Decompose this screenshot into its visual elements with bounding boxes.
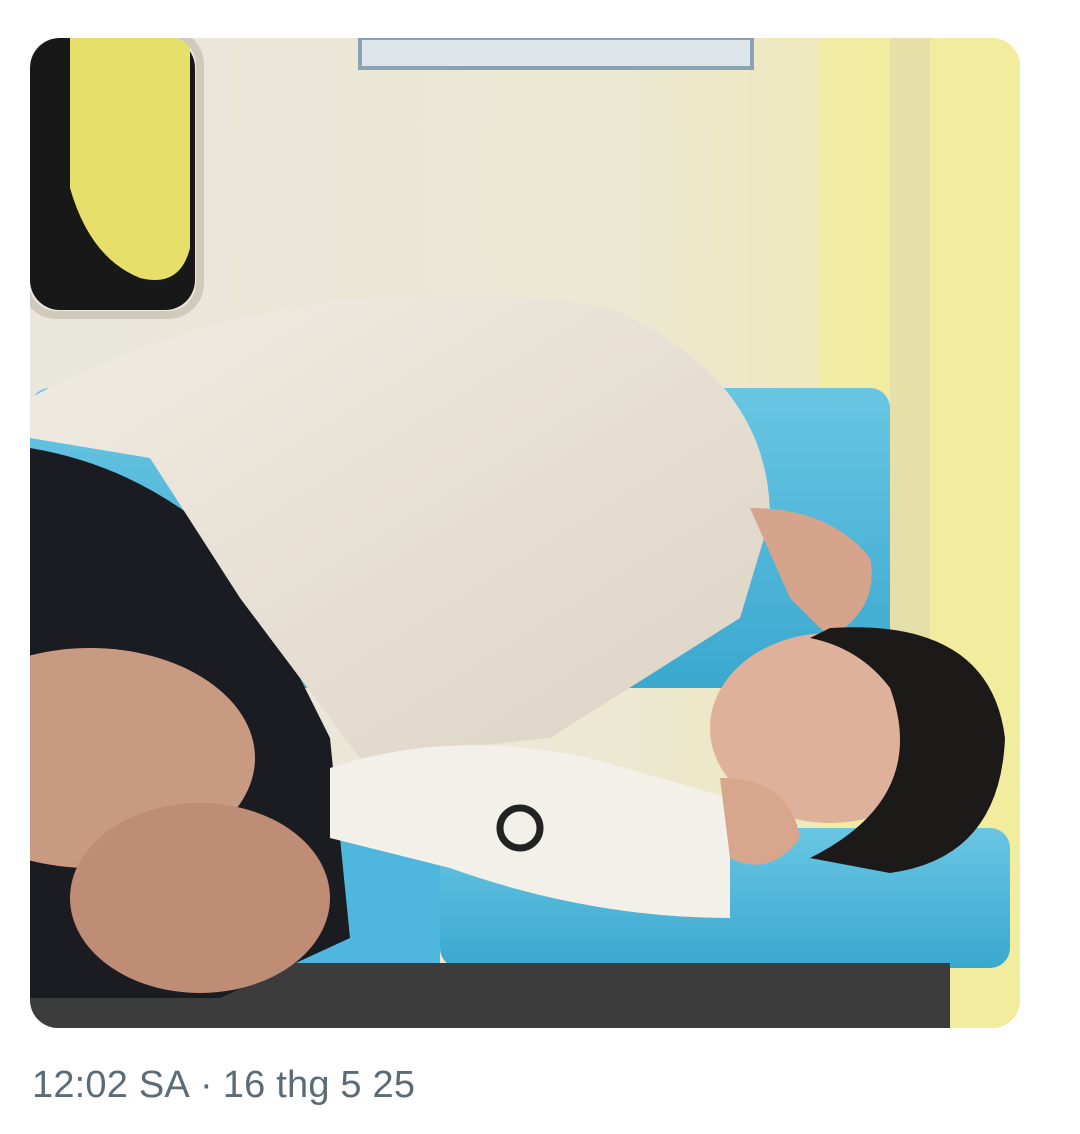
post-time: 12:02 SA (32, 1064, 190, 1106)
post-timestamp[interactable]: 12:02 SA · 16 thg 5 25 (32, 1062, 415, 1108)
post-photo[interactable] (30, 38, 1020, 1028)
timestamp-separator: · (199, 1064, 213, 1106)
photo-illustration (30, 38, 1020, 1028)
post-date: 16 thg 5 25 (222, 1064, 416, 1106)
